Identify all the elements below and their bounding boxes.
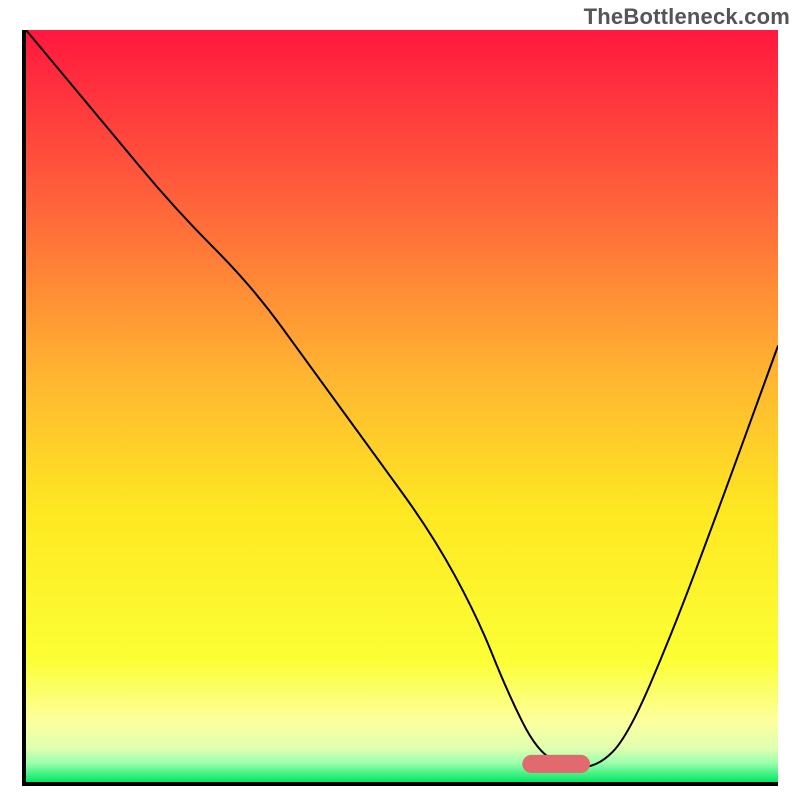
chart-background xyxy=(26,30,778,782)
bottleneck-chart xyxy=(22,30,778,786)
optimal-zone-marker xyxy=(522,755,590,773)
watermark-label: TheBottleneck.com xyxy=(584,4,790,30)
chart-svg xyxy=(22,30,778,786)
